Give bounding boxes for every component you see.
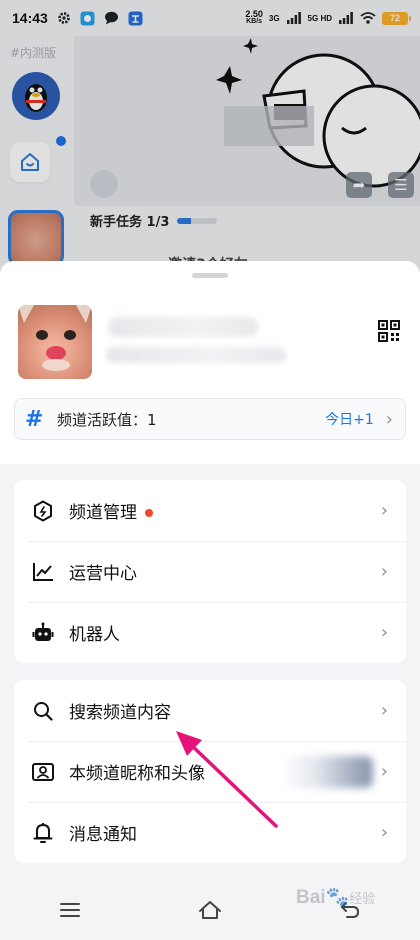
chevron-right-icon: › [380, 500, 388, 521]
hexagon-icon [32, 500, 54, 522]
menu-group-personal: 搜索频道内容 › 本频道昵称和头像 › 消息通知 › [14, 680, 406, 863]
new-badge-dot [145, 509, 153, 517]
chevron-right-icon: › [380, 561, 388, 582]
robot-icon [32, 622, 54, 644]
menu-item-search-channel[interactable]: 搜索频道内容 › [14, 680, 406, 741]
menu-item-robot[interactable]: 机器人 › [14, 602, 406, 663]
chevron-right-icon: › [380, 622, 388, 643]
channel-info-redacted [106, 347, 286, 363]
paw-icon: 🐾 [325, 887, 350, 908]
menu-item-notifications[interactable]: 消息通知 › [14, 802, 406, 863]
channel-bottom-sheet: # 频道活跃值：1 今日+1 › 频道管理 › 运营中心 › 机器人 › 搜索频… [0, 261, 420, 940]
hashtag-icon: # [25, 406, 44, 432]
menu-label: 消息通知 [69, 825, 137, 845]
watermark-brand-2: 经验 [349, 891, 376, 906]
menu-item-channel-management[interactable]: 频道管理 › [14, 480, 406, 541]
menu-group-management: 频道管理 › 运营中心 › 机器人 › [14, 480, 406, 663]
drag-handle[interactable] [192, 273, 228, 278]
channel-activity-bar[interactable]: # 频道活跃值：1 今日+1 › [14, 398, 406, 440]
home-nav-icon[interactable] [190, 890, 230, 930]
chevron-right-icon: › [380, 700, 388, 721]
menu-item-operation-center[interactable]: 运营中心 › [14, 541, 406, 602]
trend-chart-icon [32, 561, 54, 583]
menu-label: 搜索频道内容 [69, 703, 171, 723]
menu-label: 频道管理 [69, 503, 137, 523]
menu-item-nickname-avatar[interactable]: 本频道昵称和头像 › [14, 741, 406, 802]
channel-name-redacted [108, 317, 258, 337]
chevron-right-icon: › [380, 822, 388, 843]
channel-avatar[interactable] [18, 305, 92, 379]
chevron-right-icon: › [380, 761, 388, 782]
channel-header-card: # 频道活跃值：1 今日+1 › [0, 261, 420, 464]
menu-label: 本频道昵称和头像 [69, 764, 205, 784]
activity-today: 今日+1 [325, 412, 374, 428]
menu-label: 运营中心 [69, 564, 137, 584]
menu-label: 机器人 [69, 625, 120, 645]
menu-nav-icon[interactable] [50, 890, 90, 930]
chevron-right-icon: › [385, 408, 393, 430]
qr-code-icon[interactable] [378, 320, 400, 342]
id-card-icon [32, 761, 54, 783]
nickname-avatar-redacted [282, 755, 373, 788]
search-icon [32, 700, 54, 722]
bell-icon [32, 822, 54, 844]
activity-label: 频道活跃值：1 [57, 410, 157, 429]
watermark-brand: Bai [296, 887, 326, 908]
baidu-watermark: Bai🐾经验 [296, 885, 375, 909]
